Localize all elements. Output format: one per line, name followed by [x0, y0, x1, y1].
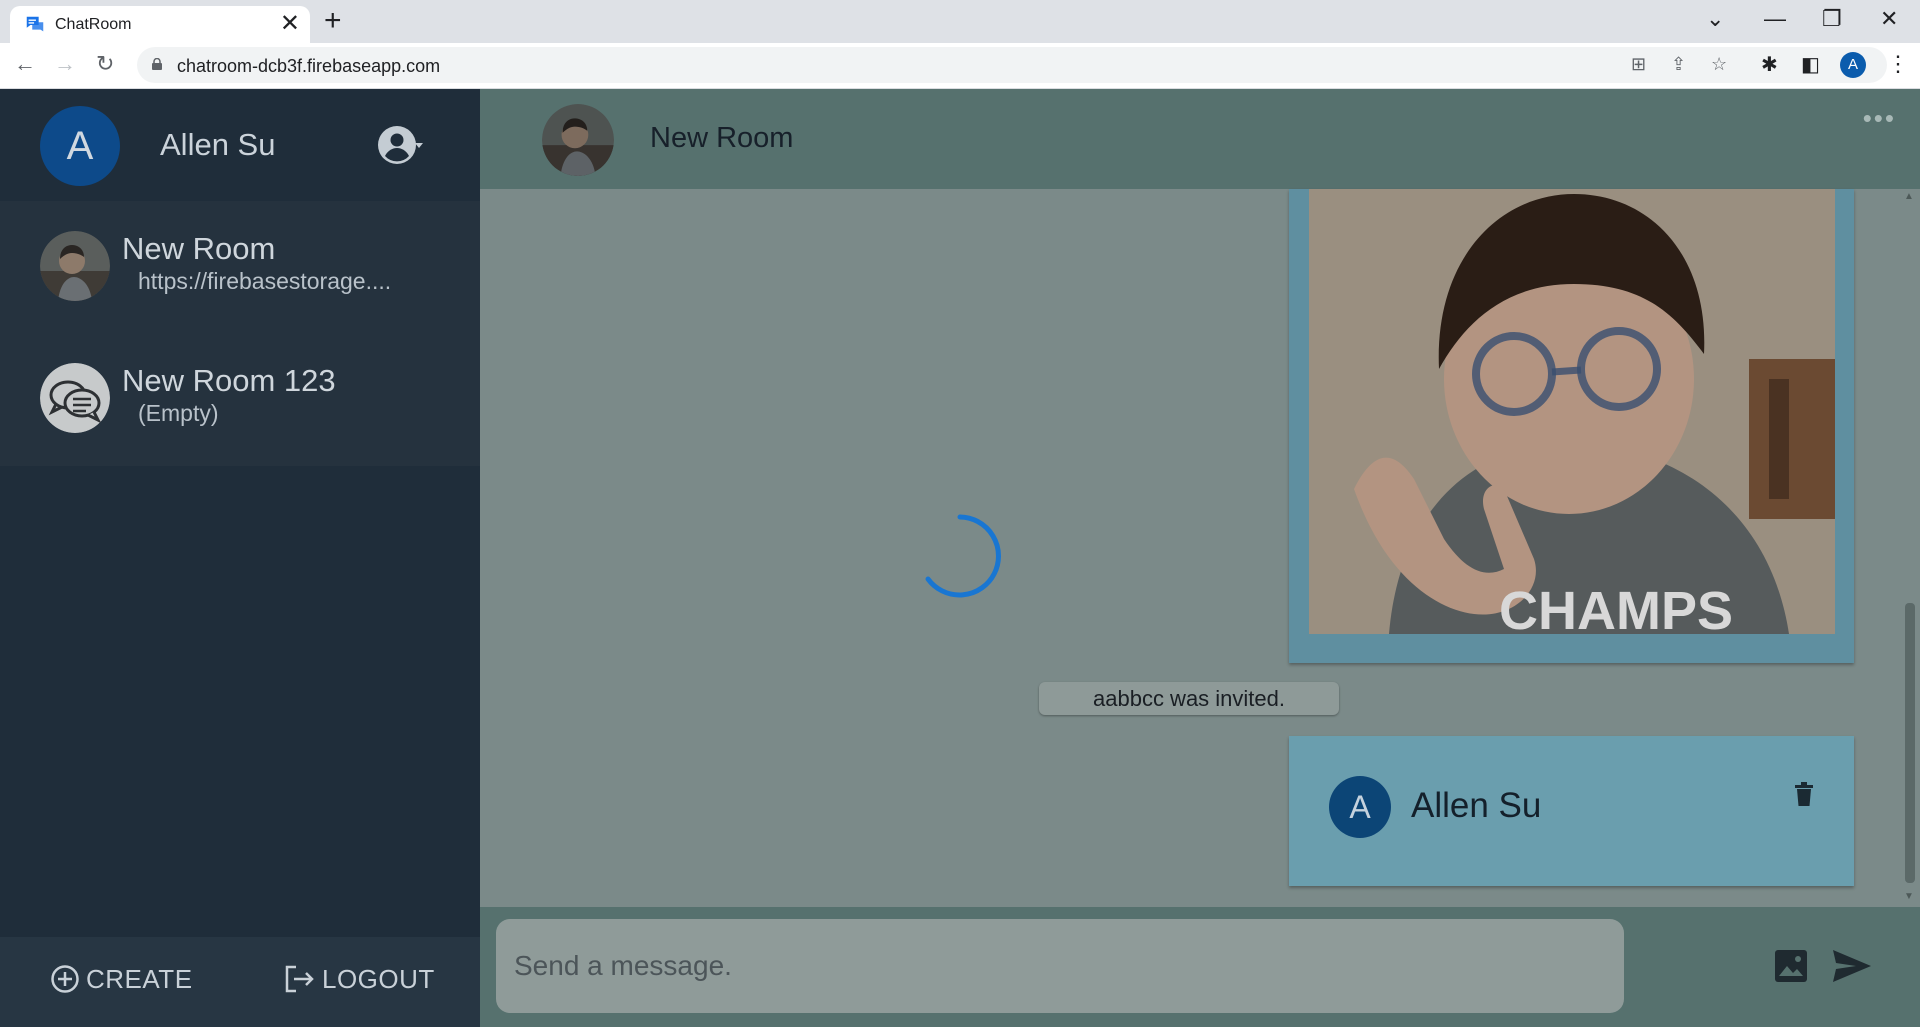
browser-tab[interactable]: ChatRoom ✕ — [10, 6, 310, 43]
sidebar: A Allen Su New Room https://firebasestor… — [0, 89, 480, 1027]
room-last-message: (Empty) — [138, 400, 219, 426]
url-text: chatroom-dcb3f.firebaseapp.com — [177, 56, 441, 76]
share-icon[interactable]: ⇪ — [1671, 54, 1686, 75]
room-last-message: https://firebasestorage.... — [138, 268, 392, 294]
translate-icon[interactable]: ⊞ — [1631, 54, 1646, 75]
room-avatar-photo — [542, 104, 614, 176]
room-item-new-room[interactable]: New Room https://firebasestorage.... — [0, 201, 480, 333]
message-card: A Allen Su — [1289, 736, 1854, 886]
account-menu-icon[interactable] — [377, 125, 423, 165]
create-label: CREATE — [86, 964, 193, 994]
address-bar[interactable]: chatroom-dcb3f.firebaseapp.com ⊞ ⇪ ☆ — [137, 47, 1887, 83]
tab-search-icon[interactable]: ⌄ — [1706, 6, 1724, 32]
window-close-icon[interactable]: ✕ — [1880, 6, 1898, 32]
profile-avatar[interactable]: A — [1840, 52, 1866, 78]
image-upload-icon[interactable] — [1774, 949, 1808, 983]
room-avatar-photo — [40, 231, 110, 301]
scroll-thumb[interactable] — [1905, 603, 1915, 883]
system-message: aabbcc was invited. — [1039, 682, 1339, 715]
message-scrollbar[interactable]: ▲ ▼ — [1900, 189, 1920, 907]
room-name: New Room 123 — [122, 363, 336, 398]
browser-menu-icon[interactable]: ⋮ — [1887, 51, 1909, 77]
shirt-text: CHAMPS — [1499, 581, 1733, 634]
more-options-icon[interactable]: ••• — [1863, 103, 1896, 134]
sidebar-footer: CREATE LOGOUT — [0, 937, 480, 1027]
chat-bubbles-icon — [40, 363, 110, 433]
scroll-up-icon[interactable]: ▲ — [1904, 191, 1914, 202]
bookmark-star-icon[interactable]: ☆ — [1711, 54, 1727, 75]
create-room-button[interactable]: CREATE — [50, 964, 193, 995]
side-panel-icon[interactable]: ◧ — [1801, 52, 1820, 77]
lock-icon — [152, 58, 162, 70]
add-circle-icon — [51, 965, 79, 993]
back-icon[interactable]: ← — [14, 51, 36, 77]
chat-header: New Room ••• — [480, 89, 1920, 189]
forward-icon[interactable]: → — [54, 51, 76, 77]
delete-icon[interactable] — [1794, 782, 1814, 806]
extensions-icon[interactable]: ✱ — [1761, 52, 1778, 77]
tab-title: ChatRoom — [55, 16, 132, 33]
new-tab-button[interactable]: + — [324, 6, 342, 36]
message-composer — [480, 907, 1920, 1027]
room-title: New Room — [650, 122, 794, 154]
sender-avatar: A — [1329, 776, 1391, 838]
reload-icon[interactable]: ↻ — [96, 51, 114, 77]
chat-app: A Allen Su New Room https://firebasestor… — [0, 89, 1920, 1027]
tab-close-icon[interactable]: ✕ — [280, 11, 300, 37]
user-header: A Allen Su — [0, 89, 480, 201]
message-input[interactable] — [496, 919, 1624, 1013]
sender-name: Allen Su — [1411, 786, 1542, 825]
logout-button[interactable]: LOGOUT — [284, 964, 435, 995]
user-avatar: A — [40, 106, 120, 186]
image-message: CHAMPS — [1289, 189, 1854, 663]
loading-spinner-icon — [925, 514, 1001, 598]
minimize-icon[interactable]: — — [1764, 6, 1786, 32]
browser-toolbar: ← → ↻ chatroom-dcb3f.firebaseapp.com ⊞ ⇪… — [0, 43, 1920, 89]
shared-photo[interactable]: CHAMPS — [1309, 189, 1835, 634]
message-list: CHAMPS aabbcc was invited. A Allen Su — [480, 189, 1900, 907]
chat-panel: New Room ••• CHAMPS aabbcc was invited. … — [480, 89, 1920, 1027]
browser-tab-bar: ChatRoom ✕ + ⌄ — ❐ ✕ — [0, 0, 1920, 43]
room-list: New Room https://firebasestorage.... New… — [0, 201, 480, 466]
room-name: New Room — [122, 231, 276, 266]
logout-icon — [285, 965, 314, 993]
logout-label: LOGOUT — [322, 964, 435, 994]
user-name: Allen Su — [160, 127, 276, 162]
send-icon[interactable] — [1832, 949, 1872, 983]
scroll-down-icon[interactable]: ▼ — [1904, 891, 1914, 902]
room-item-new-room-123[interactable]: New Room 123 (Empty) — [0, 333, 480, 465]
chat-icon — [26, 16, 44, 32]
restore-icon[interactable]: ❐ — [1822, 6, 1842, 32]
